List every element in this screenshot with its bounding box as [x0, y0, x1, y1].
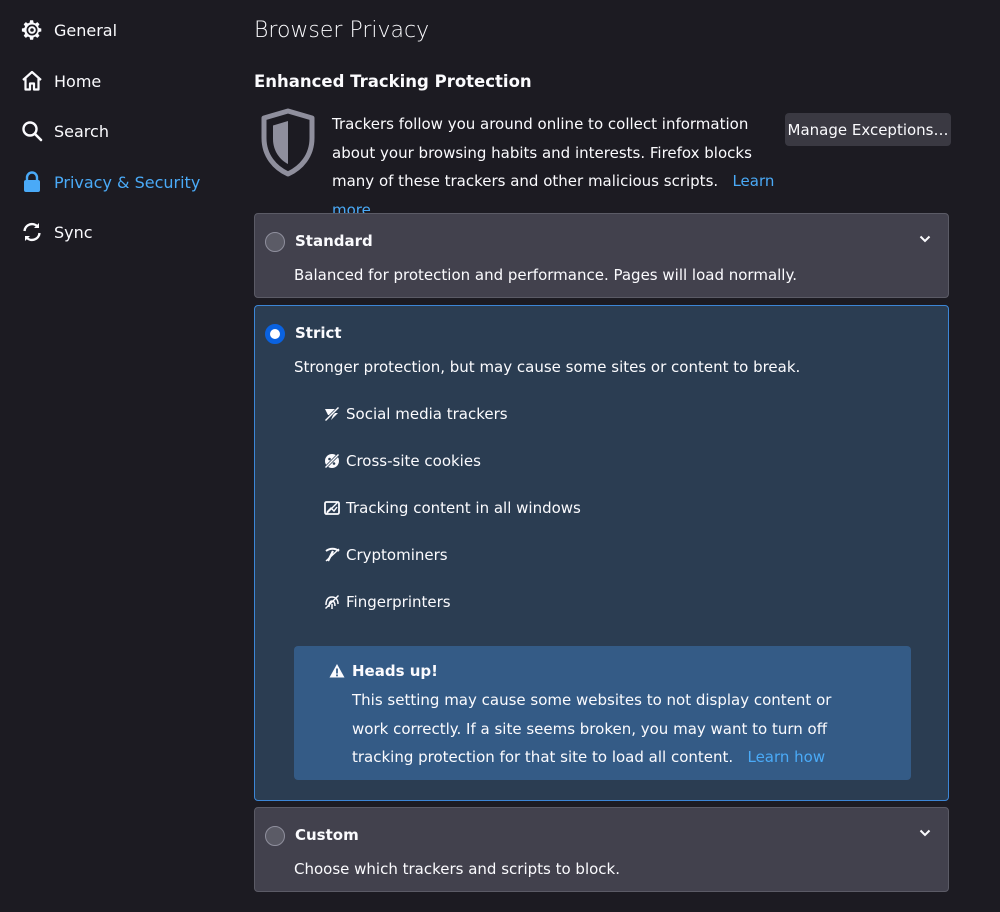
warning-title: Heads up! [352, 662, 438, 680]
tracker-item: Fingerprinters [323, 591, 451, 613]
option-description: Stronger protection, but may cause some … [294, 358, 801, 376]
etp-description: Trackers follow you around online to col… [332, 115, 775, 219]
sidebar-item-label: Sync [54, 222, 93, 242]
tracker-item: Social media trackers [323, 403, 508, 425]
sidebar-item-label: Privacy & Security [54, 172, 201, 192]
home-icon [20, 69, 44, 93]
lock-icon [20, 170, 44, 194]
page-title: Browser Privacy [254, 18, 430, 43]
warning-box: Heads up! This setting may cause some we… [294, 646, 911, 780]
option-standard[interactable]: Standard Balanced for protection and per… [254, 213, 949, 298]
sync-icon [20, 220, 44, 244]
manage-exceptions-button[interactable]: Manage Exceptions… [785, 113, 951, 146]
option-label: Standard [295, 232, 373, 250]
option-description: Balanced for protection and performance.… [294, 266, 797, 284]
sidebar-item-general[interactable]: General [20, 15, 117, 45]
cryptominer-icon [323, 546, 341, 564]
fingerprinter-icon [323, 593, 341, 611]
chevron-down-icon[interactable] [916, 230, 934, 248]
option-custom[interactable]: Custom Choose which trackers and scripts… [254, 807, 949, 892]
learn-how-link[interactable]: Learn how [747, 748, 825, 766]
search-icon [20, 119, 44, 143]
sidebar-item-label: Home [54, 71, 102, 91]
tracker-item: Tracking content in all windows [323, 497, 581, 519]
section-title: Enhanced Tracking Protection [254, 72, 532, 91]
option-strict[interactable]: Strict Stronger protection, but may caus… [254, 305, 949, 801]
sidebar: General Home Search Privacy & Security S… [0, 0, 230, 912]
standard-radio[interactable] [265, 232, 285, 252]
cookie-icon [323, 452, 341, 470]
sidebar-item-search[interactable]: Search [20, 116, 109, 146]
warning-text: This setting may cause some websites to … [352, 691, 832, 766]
sidebar-item-privacy-security[interactable]: Privacy & Security [20, 167, 200, 197]
strict-radio[interactable] [265, 324, 285, 344]
gear-icon [20, 18, 44, 42]
warning-icon [328, 662, 346, 680]
custom-radio[interactable] [265, 826, 285, 846]
social-tracker-icon [323, 405, 341, 423]
shield-icon [258, 108, 318, 178]
tracker-item: Cryptominers [323, 544, 448, 566]
sidebar-item-sync[interactable]: Sync [20, 217, 93, 247]
option-label: Custom [295, 826, 359, 844]
chevron-down-icon[interactable] [916, 824, 934, 842]
option-label: Strict [295, 324, 342, 342]
sidebar-item-label: Search [54, 121, 109, 141]
tracking-content-icon [323, 499, 341, 517]
sidebar-item-label: General [54, 20, 118, 40]
sidebar-item-home[interactable]: Home [20, 66, 101, 96]
option-description: Choose which trackers and scripts to blo… [294, 860, 620, 878]
tracker-item: Cross-site cookies [323, 450, 481, 472]
